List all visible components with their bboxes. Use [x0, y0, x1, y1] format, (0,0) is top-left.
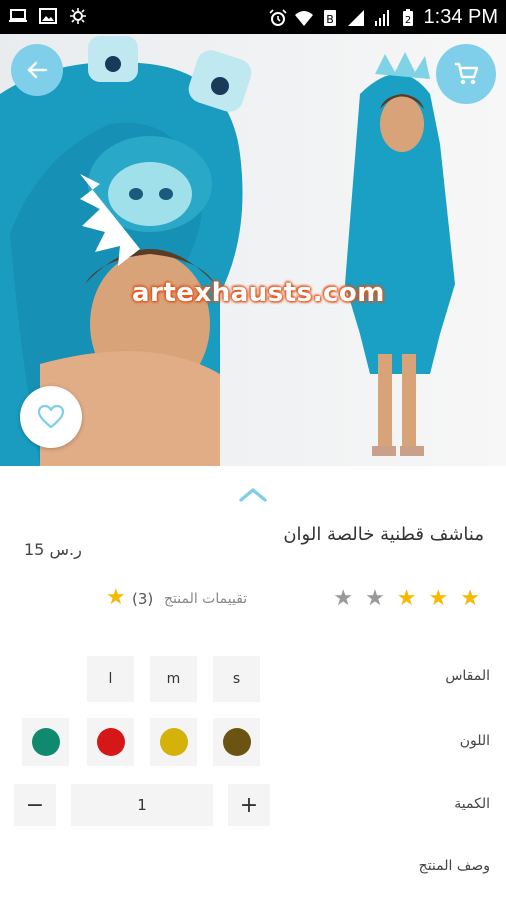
color-label: اللون	[459, 733, 490, 749]
cart-button[interactable]	[436, 44, 496, 104]
star-icon[interactable]: ★	[429, 588, 449, 610]
color-option-1[interactable]	[213, 718, 260, 766]
color-dot	[222, 728, 251, 756]
color-option-4[interactable]	[22, 718, 69, 766]
color-dot	[31, 728, 60, 756]
image-icon	[39, 8, 57, 24]
star-icon: ★	[106, 585, 126, 610]
color-option-2[interactable]	[150, 718, 197, 766]
star-icon[interactable]: ★	[333, 588, 353, 610]
star-icon[interactable]: ★	[460, 588, 480, 610]
signal-icon	[374, 9, 389, 26]
battery-icon: 2	[402, 8, 413, 26]
size-option-m[interactable]: m	[150, 656, 197, 702]
quantity-decrease-button[interactable]: −	[14, 784, 56, 826]
alarm-icon	[268, 8, 287, 26]
rating-stars[interactable]: ★ ★ ★ ★ ★	[333, 588, 480, 610]
status-bar: B 2 1:34 PM	[0, 0, 506, 34]
size-option-s[interactable]: s	[213, 656, 260, 702]
product-title: مناشف قطنية خالصة الوان	[283, 524, 484, 545]
size-label: المقاس	[445, 668, 490, 684]
quantity-increase-button[interactable]: +	[228, 784, 270, 826]
favorite-button[interactable]	[20, 386, 82, 448]
battery-saver-icon: B	[323, 9, 336, 26]
laptop-icon	[9, 9, 27, 22]
clock: 1:34 PM	[423, 6, 498, 28]
rating-label: تقييمات المنتج	[164, 591, 248, 607]
svg-text:B: B	[326, 13, 334, 26]
star-icon[interactable]: ★	[365, 588, 385, 610]
wifi-icon	[294, 10, 313, 26]
svg-text:2: 2	[404, 15, 410, 26]
watermark: artexhausts.com	[132, 278, 385, 308]
heart-icon	[37, 404, 65, 429]
signal-icon	[347, 9, 364, 26]
color-option-3[interactable]	[87, 718, 134, 766]
arrow-left-icon	[27, 61, 48, 79]
quantity-value[interactable]: 1	[71, 784, 213, 826]
brightness-icon	[70, 8, 86, 24]
size-option-l[interactable]: l	[87, 656, 134, 702]
back-button[interactable]	[11, 44, 63, 96]
product-price: 15 ر.س	[24, 540, 82, 559]
description-label[interactable]: وصف المنتج	[419, 858, 490, 874]
cart-icon	[455, 62, 479, 85]
star-icon[interactable]: ★	[397, 588, 417, 610]
rating-count: (3)	[132, 590, 154, 608]
color-dot	[96, 728, 125, 756]
color-dot	[159, 728, 188, 756]
quantity-label: الكمية	[454, 796, 490, 812]
chevron-up-icon[interactable]	[236, 484, 270, 506]
